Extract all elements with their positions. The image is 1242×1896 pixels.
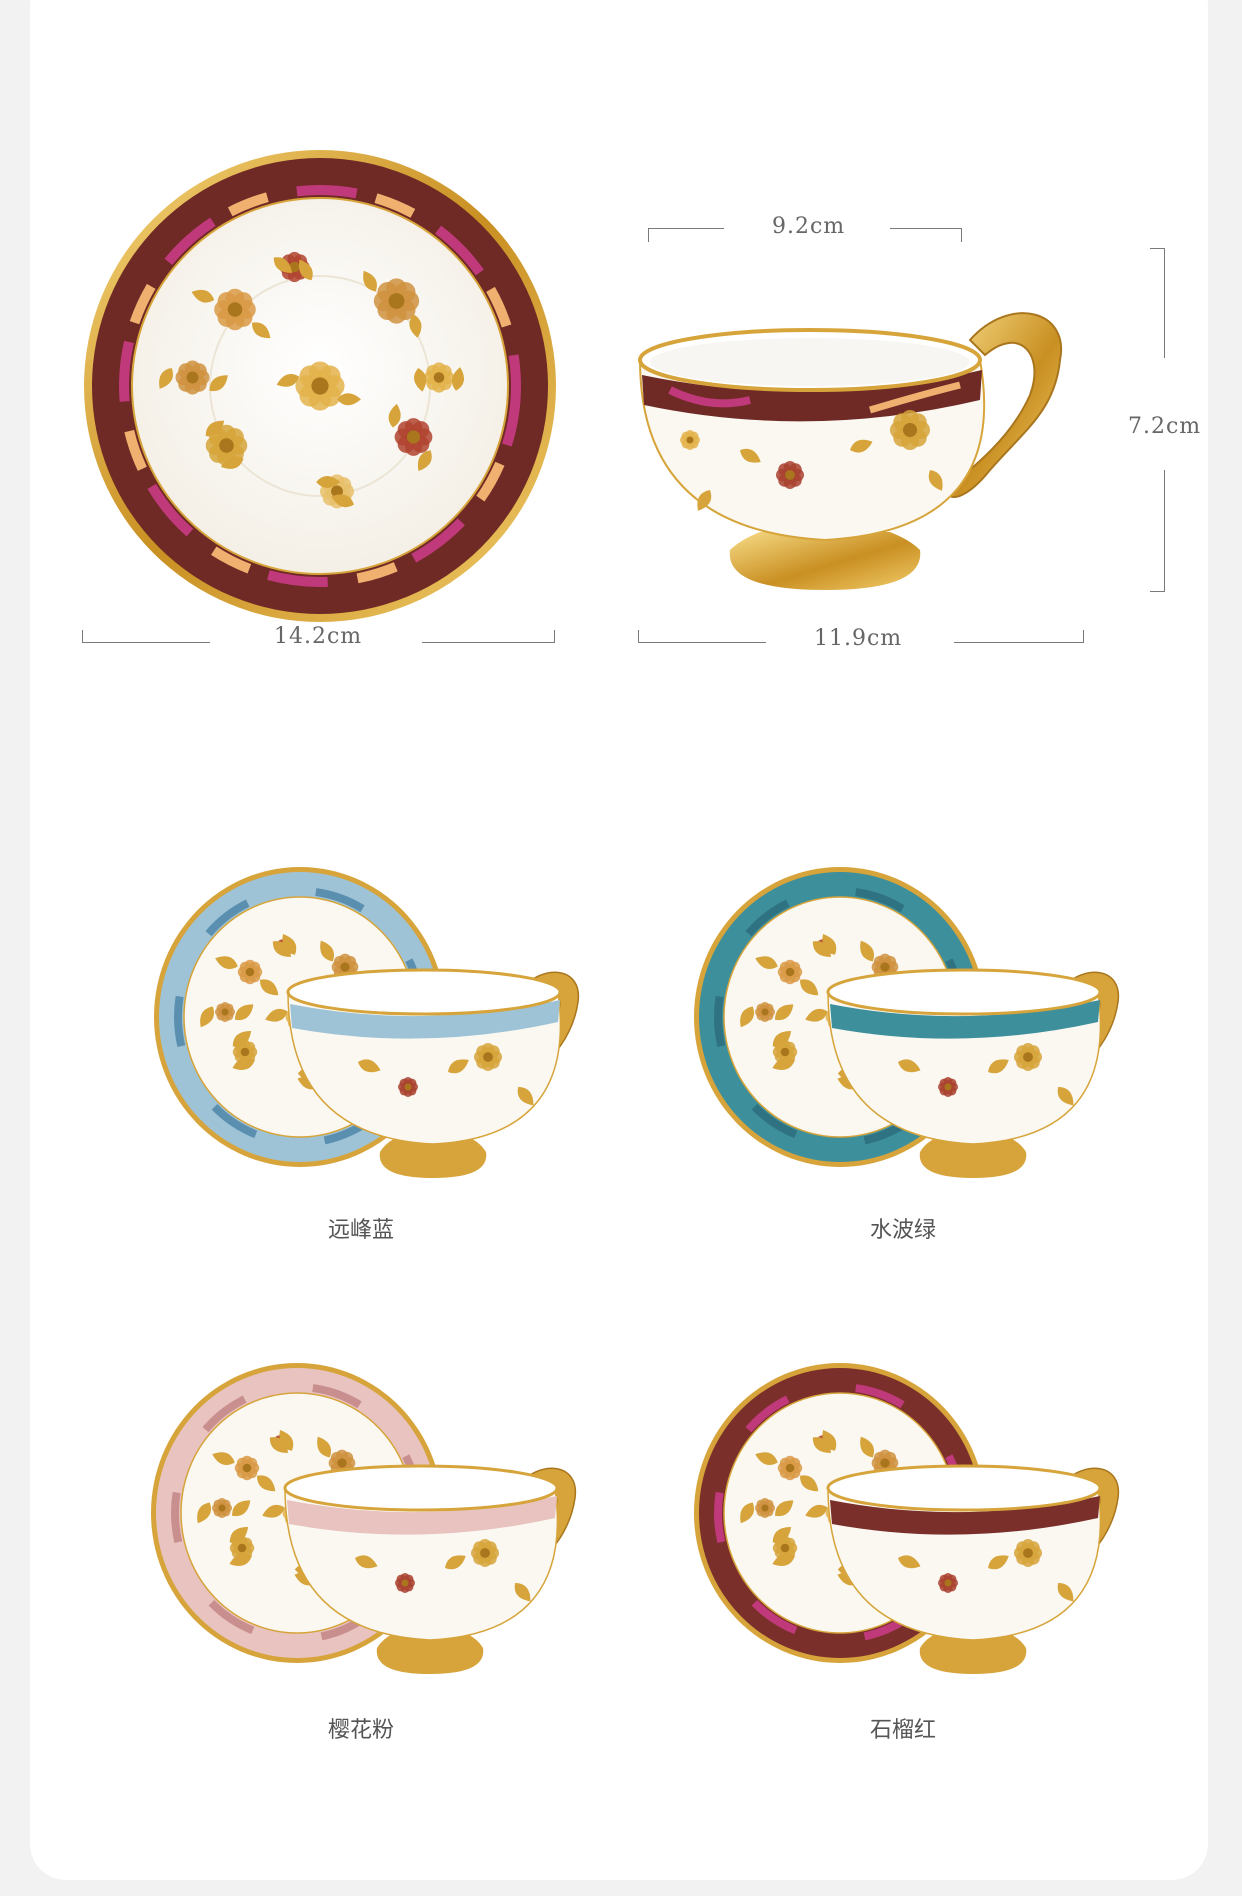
rim-dim-line-right [890,228,962,229]
variant-set-green [694,867,1120,1178]
variant-set-red [694,1363,1120,1674]
cup-height-label: 7.2cm [1128,414,1202,439]
cup-rim-label: 9.2cm [772,214,846,239]
width-dim-tick-right [1083,630,1084,643]
saucer-dim-line-left [82,642,210,643]
height-dim-line-bottom [1164,470,1165,592]
saucer-dim-tick-right [554,630,555,643]
variant-label-green: 水波绿 [869,1218,936,1243]
rim-dim-line-left [648,228,724,229]
height-dim-line-top [1164,248,1165,358]
variant-label-pink: 樱花粉 [327,1718,394,1743]
variant-label-red: 石榴红 [869,1718,936,1743]
variant-label-blue: 远峰蓝 [327,1218,394,1243]
saucer-dim-line-right [422,642,554,643]
width-dim-line-left [638,642,766,643]
hero-cup [638,312,1063,590]
saucer-dim-tick-left [82,630,83,643]
cup-width-label: 11.9cm [814,626,903,651]
height-dim-tick-top [1150,248,1165,249]
width-dim-tick-left [638,630,639,643]
rim-dim-tick-left [648,228,649,242]
saucer-diameter-label: 14.2cm [274,624,363,649]
width-dim-line-right [954,642,1084,643]
variant-set-pink [151,1363,577,1674]
variant-set-blue [154,867,580,1178]
height-dim-tick-bottom [1150,591,1165,592]
rim-dim-tick-right [961,228,962,242]
hero-saucer [84,150,556,622]
